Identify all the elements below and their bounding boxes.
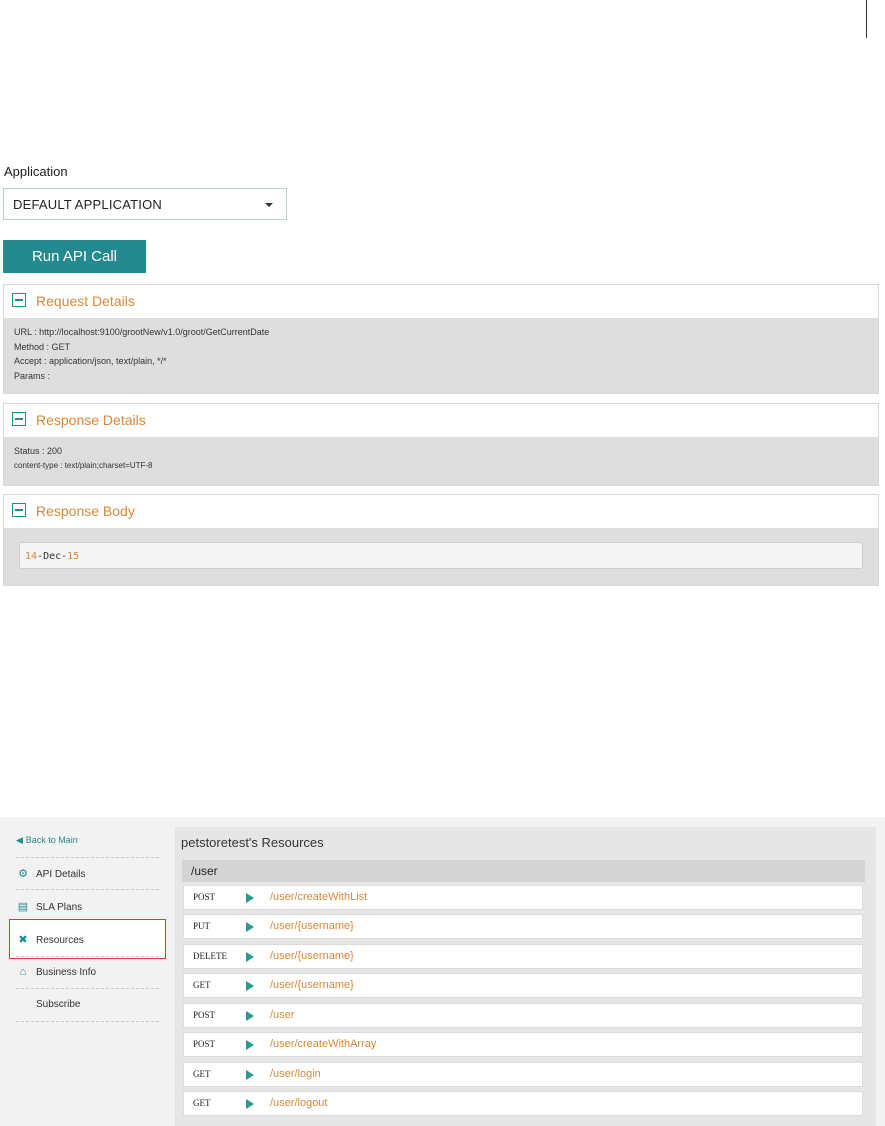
endpoint-row[interactable]: DELETE /user/{username} xyxy=(183,944,863,969)
gear-icon: ⚙ xyxy=(18,868,28,880)
endpoint-path[interactable]: /user/{username} xyxy=(270,915,354,938)
endpoint-row[interactable]: GET /user/logout xyxy=(183,1091,863,1116)
application-label: Application xyxy=(4,164,68,179)
page-divider xyxy=(866,0,867,38)
play-icon[interactable] xyxy=(246,952,254,962)
sidebar-divider xyxy=(16,889,159,890)
request-details-panel: Request Details URL : http://localhost:9… xyxy=(3,284,879,394)
back-to-main-label: Back to Main xyxy=(25,835,78,845)
collapse-icon[interactable] xyxy=(12,293,26,307)
sidebar-divider xyxy=(16,988,159,989)
response-day: 14 xyxy=(25,551,38,562)
sidebar-item-sla-plans[interactable]: ▤ SLA Plans xyxy=(16,900,158,913)
sidebar-divider xyxy=(16,1021,159,1022)
sidebar-item-subscribe[interactable]: Subscribe xyxy=(16,999,158,1010)
play-icon[interactable] xyxy=(246,893,254,903)
sidebar-item-resources[interactable]: ✖ Resources xyxy=(16,933,158,946)
play-icon[interactable] xyxy=(246,1011,254,1021)
endpoint-row[interactable]: POST /user/createWithArray xyxy=(183,1032,863,1057)
request-method: Method : GET xyxy=(14,341,71,352)
run-api-call-button[interactable]: Run API Call xyxy=(3,240,146,273)
endpoint-path[interactable]: /user/{username} xyxy=(270,945,354,968)
endpoint-path[interactable]: /user/createWithList xyxy=(270,886,367,909)
response-body-code: 14-Dec-15 xyxy=(19,542,863,569)
endpoint-path[interactable]: /user/logout xyxy=(270,1092,327,1115)
resource-group-label: /user xyxy=(191,864,218,878)
sidebar-item-api-details[interactable]: ⚙ API Details xyxy=(16,867,158,880)
play-icon[interactable] xyxy=(246,1040,254,1050)
response-month: -Dec- xyxy=(37,551,68,562)
response-details-header[interactable]: Response Details xyxy=(4,404,878,437)
back-to-main-link[interactable]: ◀ Back to Main xyxy=(16,835,158,846)
application-select[interactable]: DEFAULT APPLICATION xyxy=(3,188,287,220)
bank-icon: ⌂ xyxy=(19,966,27,978)
play-icon[interactable] xyxy=(246,1099,254,1109)
response-details-title: Response Details xyxy=(36,412,146,428)
response-content-type: content-type : text/plain;charset=UTF-8 xyxy=(14,460,153,470)
sidebar-item-label: SLA Plans xyxy=(36,902,83,913)
sidebar-item-label: Business Info xyxy=(36,967,97,978)
response-year: 15 xyxy=(67,551,80,562)
request-details-title: Request Details xyxy=(36,293,135,309)
request-details-body: URL : http://localhost:9100/grootNew/v1.… xyxy=(4,318,878,393)
endpoint-path[interactable]: /user xyxy=(270,1004,294,1027)
play-icon[interactable] xyxy=(246,981,254,991)
request-accept: Accept : application/json, text/plain, *… xyxy=(14,356,167,366)
sidebar-divider xyxy=(16,956,159,957)
chat-icon: ▤ xyxy=(17,901,29,913)
resource-group-header[interactable]: /user xyxy=(182,860,865,882)
play-icon[interactable] xyxy=(246,922,254,932)
endpoint-row[interactable]: POST /user xyxy=(183,1003,863,1028)
response-body-panel: Response Body 14-Dec-15 xyxy=(3,494,879,586)
endpoint-row[interactable]: POST /user/createWithList xyxy=(183,885,863,910)
back-arrow-icon: ◀ xyxy=(16,835,23,845)
endpoint-row[interactable]: GET /user/{username} xyxy=(183,973,863,998)
sidebar-item-label: Resources xyxy=(36,935,84,946)
sidebar-item-business-info[interactable]: ⌂ Business Info xyxy=(16,966,158,978)
tools-icon: ✖ xyxy=(18,934,28,946)
application-select-value: DEFAULT APPLICATION xyxy=(13,197,163,212)
response-details-panel: Response Details Status : 200 content-ty… xyxy=(3,403,879,486)
response-body-title: Response Body xyxy=(36,503,135,519)
response-body-area: 14-Dec-15 xyxy=(4,528,878,585)
endpoint-path[interactable]: /user/createWithArray xyxy=(270,1033,376,1056)
request-params: Params : xyxy=(14,370,51,381)
caret-down-icon xyxy=(265,203,273,207)
response-body-header[interactable]: Response Body xyxy=(4,495,878,528)
request-details-header[interactable]: Request Details xyxy=(4,285,878,318)
endpoint-path[interactable]: /user/login xyxy=(270,1063,321,1086)
sidebar-item-label: Subscribe xyxy=(36,999,81,1010)
request-url: URL : http://localhost:9100/grootNew/v1.… xyxy=(14,327,270,337)
sidebar-item-label: API Details xyxy=(36,869,86,880)
endpoint-row[interactable]: PUT /user/{username} xyxy=(183,914,863,939)
response-status: Status : 200 xyxy=(14,446,63,456)
sidebar-divider xyxy=(16,857,159,858)
play-icon[interactable] xyxy=(246,1070,254,1080)
response-details-body: Status : 200 content-type : text/plain;c… xyxy=(4,437,878,485)
resources-title: petstoretest's Resources xyxy=(181,835,324,850)
collapse-icon[interactable] xyxy=(12,503,26,517)
collapse-icon[interactable] xyxy=(12,412,26,426)
endpoint-path[interactable]: /user/{username} xyxy=(270,974,354,997)
endpoint-row[interactable]: GET /user/login xyxy=(183,1062,863,1087)
